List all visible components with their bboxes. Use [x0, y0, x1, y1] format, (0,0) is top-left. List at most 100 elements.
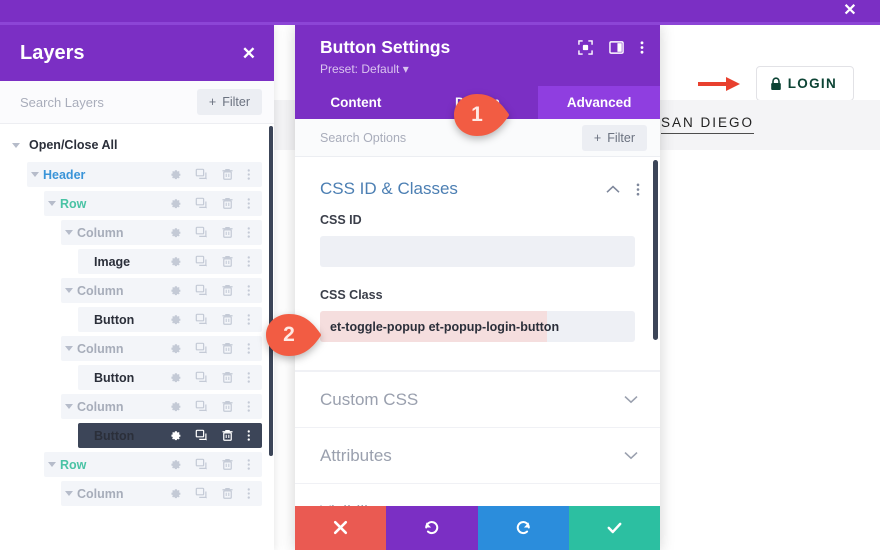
section-css-id-classes-header[interactable]: CSS ID & Classes — [295, 157, 660, 213]
trash-icon[interactable] — [221, 400, 234, 413]
duplicate-icon[interactable] — [195, 487, 208, 500]
trash-icon[interactable] — [221, 458, 234, 471]
settings-scrollbar[interactable] — [653, 157, 660, 506]
chevron-down-icon[interactable] — [61, 491, 77, 496]
focus-icon[interactable] — [578, 40, 593, 55]
chevron-up-icon[interactable] — [606, 185, 620, 194]
more-vertical-icon[interactable] — [247, 226, 251, 239]
more-vertical-icon[interactable] — [247, 371, 251, 384]
settings-filter-button[interactable]: + Filter — [581, 124, 647, 151]
duplicate-icon[interactable] — [195, 197, 208, 210]
section-custom-css[interactable]: Custom CSS — [295, 371, 660, 427]
duplicate-icon[interactable] — [195, 284, 208, 297]
layers-filter-button[interactable]: + Filter — [196, 89, 262, 115]
layer-row-column-11[interactable]: Column — [61, 481, 262, 506]
chevron-down-icon[interactable] — [61, 404, 77, 409]
more-vertical-icon[interactable] — [247, 429, 251, 442]
tab-advanced[interactable]: Advanced — [538, 86, 661, 119]
more-vertical-icon[interactable] — [640, 40, 644, 55]
gear-icon[interactable] — [169, 371, 182, 384]
trash-icon[interactable] — [221, 168, 234, 181]
more-vertical-icon[interactable] — [247, 458, 251, 471]
duplicate-icon[interactable] — [195, 226, 208, 239]
layers-scrollbar-thumb[interactable] — [269, 126, 273, 456]
trash-icon[interactable] — [221, 371, 234, 384]
duplicate-icon[interactable] — [195, 313, 208, 326]
undo-button[interactable] — [386, 505, 478, 550]
chevron-down-icon[interactable] — [44, 462, 60, 467]
layer-row-column-2[interactable]: Column — [61, 220, 262, 245]
css-class-input[interactable] — [320, 311, 635, 343]
topbar-close-icon[interactable]: ✕ — [838, 0, 862, 22]
redo-button[interactable] — [477, 505, 569, 550]
trash-icon[interactable] — [221, 342, 234, 355]
gear-icon[interactable] — [169, 313, 182, 326]
layer-row-button-7[interactable]: Button — [78, 365, 262, 390]
trash-icon[interactable] — [221, 429, 234, 442]
chevron-down-icon[interactable] — [61, 346, 77, 351]
gear-icon[interactable] — [169, 429, 182, 442]
discard-button[interactable] — [295, 505, 387, 550]
layer-row-button-5[interactable]: Button — [78, 307, 262, 332]
gear-icon[interactable] — [169, 342, 182, 355]
trash-icon[interactable] — [221, 284, 234, 297]
chevron-down-icon[interactable] — [624, 395, 638, 404]
layer-row-image-3[interactable]: Image — [78, 249, 262, 274]
chevron-down-icon[interactable] — [624, 451, 638, 460]
gear-icon[interactable] — [169, 284, 182, 297]
gear-icon[interactable] — [169, 255, 182, 268]
chevron-down-icon[interactable] — [27, 172, 43, 177]
layer-row-row-10[interactable]: Row — [44, 452, 262, 477]
settings-scrollbar-thumb[interactable] — [653, 160, 658, 341]
trash-icon[interactable] — [221, 197, 234, 210]
more-vertical-icon[interactable] — [247, 197, 251, 210]
more-vertical-icon[interactable] — [636, 182, 640, 197]
gear-icon[interactable] — [169, 487, 182, 500]
gear-icon[interactable] — [169, 458, 182, 471]
layer-row-row-1[interactable]: Row — [44, 191, 262, 216]
trash-icon[interactable] — [221, 255, 234, 268]
chevron-down-icon[interactable] — [61, 230, 77, 235]
more-vertical-icon[interactable] — [247, 284, 251, 297]
layers-search-input[interactable]: Search Layers — [20, 95, 104, 110]
gear-icon[interactable] — [169, 197, 182, 210]
duplicate-icon[interactable] — [195, 371, 208, 384]
duplicate-icon[interactable] — [195, 168, 208, 181]
trash-icon[interactable] — [221, 487, 234, 500]
more-vertical-icon[interactable] — [247, 168, 251, 181]
layer-row-column-4[interactable]: Column — [61, 278, 262, 303]
settings-search-input[interactable]: Search Options — [320, 131, 406, 145]
duplicate-icon[interactable] — [195, 342, 208, 355]
duplicate-icon[interactable] — [195, 458, 208, 471]
gear-icon[interactable] — [169, 168, 182, 181]
chevron-down-icon[interactable] — [44, 201, 60, 206]
more-vertical-icon[interactable] — [247, 487, 251, 500]
duplicate-icon[interactable] — [195, 400, 208, 413]
chevron-down-icon[interactable] — [61, 288, 77, 293]
section-attributes[interactable]: Attributes — [295, 427, 660, 483]
layer-row-header-0[interactable]: Header — [27, 162, 262, 187]
login-button[interactable]: LOGIN — [755, 66, 854, 101]
more-vertical-icon[interactable] — [247, 400, 251, 413]
split-view-icon[interactable] — [609, 40, 624, 55]
section-visibility[interactable]: Visibility — [295, 483, 660, 506]
layer-row-column-8[interactable]: Column — [61, 394, 262, 419]
css-id-input[interactable] — [320, 236, 635, 268]
layers-close-icon[interactable]: ✕ — [242, 45, 256, 62]
more-vertical-icon[interactable] — [247, 342, 251, 355]
gear-icon[interactable] — [169, 400, 182, 413]
trash-icon[interactable] — [221, 313, 234, 326]
save-button[interactable] — [568, 505, 660, 550]
more-vertical-icon[interactable] — [247, 255, 251, 268]
settings-preset[interactable]: Preset: Default ▾ — [320, 62, 644, 76]
duplicate-icon[interactable] — [195, 429, 208, 442]
layer-row-button-9[interactable]: Button — [78, 423, 262, 448]
trash-icon[interactable] — [221, 226, 234, 239]
more-vertical-icon[interactable] — [247, 313, 251, 326]
open-close-all-toggle[interactable]: Open/Close All — [0, 132, 274, 158]
layer-row-column-6[interactable]: Column — [61, 336, 262, 361]
duplicate-icon[interactable] — [195, 255, 208, 268]
tab-content[interactable]: Content — [295, 86, 417, 119]
gear-icon[interactable] — [169, 226, 182, 239]
nav-item-san-diego[interactable]: SAN DIEGO — [660, 115, 754, 134]
